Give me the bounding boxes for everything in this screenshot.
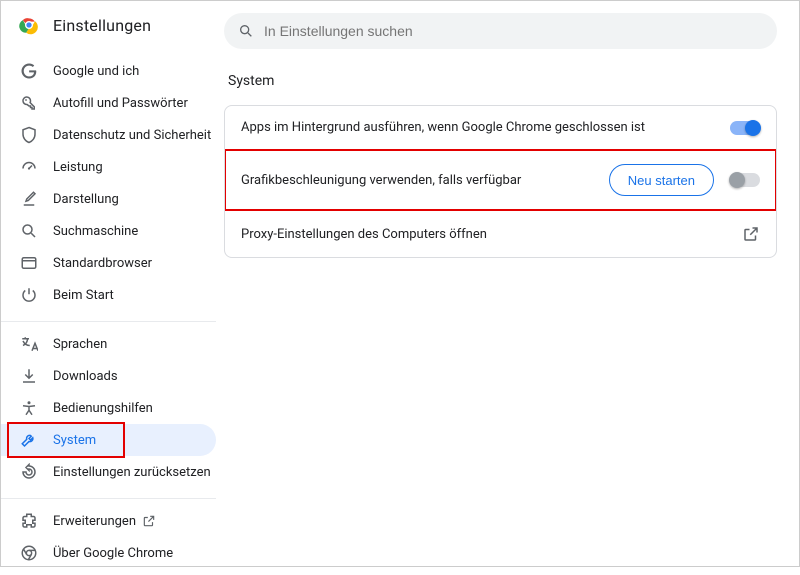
sidebar-item-label: Über Google Chrome bbox=[53, 546, 173, 561]
toggle-background-apps[interactable] bbox=[730, 121, 760, 135]
open-external-icon bbox=[142, 514, 156, 528]
sidebar-item-label: Einstellungen zurücksetzen bbox=[53, 465, 211, 480]
sidebar-item-label: Beim Start bbox=[53, 288, 114, 303]
sidebar-item-extensions[interactable]: Erweiterungen bbox=[1, 505, 216, 537]
search-icon bbox=[238, 23, 254, 39]
sidebar-item-label: Erweiterungen bbox=[53, 514, 136, 529]
chrome-logo-icon bbox=[19, 15, 39, 35]
sidebar-item-label: Google und ich bbox=[53, 64, 139, 79]
sidebar-item-system[interactable]: System bbox=[1, 424, 216, 456]
sidebar-item-downloads[interactable]: Downloads bbox=[1, 360, 216, 392]
wrench-icon bbox=[19, 430, 39, 450]
power-icon bbox=[19, 285, 39, 305]
shield-icon bbox=[19, 125, 39, 145]
section-title: System bbox=[228, 73, 777, 89]
sidebar-item-about[interactable]: Über Google Chrome bbox=[1, 537, 216, 569]
header: Einstellungen bbox=[1, 15, 216, 49]
sidebar: Einstellungen Google und ich Autofill un… bbox=[1, 1, 216, 566]
sidebar-item-label: System bbox=[53, 433, 96, 448]
sidebar-item-appearance[interactable]: Darstellung bbox=[1, 183, 216, 215]
search-icon bbox=[19, 221, 39, 241]
sidebar-item-on-startup[interactable]: Beim Start bbox=[1, 279, 216, 311]
extension-icon bbox=[19, 511, 39, 531]
browser-icon bbox=[19, 253, 39, 273]
row-proxy[interactable]: Proxy-Einstellungen des Computers öffnen bbox=[225, 211, 776, 257]
app-title: Einstellungen bbox=[53, 16, 151, 35]
sidebar-item-label: Standardbrowser bbox=[53, 256, 152, 271]
sidebar-item-label: Downloads bbox=[53, 369, 118, 384]
row-background-apps: Apps im Hintergrund ausführen, wenn Goog… bbox=[225, 106, 776, 150]
search-input[interactable] bbox=[264, 23, 763, 39]
row-label: Grafikbeschleunigung verwenden, falls ve… bbox=[241, 173, 609, 188]
sidebar-item-autofill[interactable]: Autofill und Passwörter bbox=[1, 87, 216, 119]
sidebar-item-label: Autofill und Passwörter bbox=[53, 96, 188, 111]
reset-icon bbox=[19, 462, 39, 482]
open-external-icon bbox=[742, 225, 760, 243]
sidebar-item-privacy[interactable]: Datenschutz und Sicherheit bbox=[1, 119, 216, 151]
settings-card: Apps im Hintergrund ausführen, wenn Goog… bbox=[224, 105, 777, 258]
translate-icon bbox=[19, 334, 39, 354]
sidebar-item-reset[interactable]: Einstellungen zurücksetzen bbox=[1, 456, 216, 488]
row-label: Apps im Hintergrund ausführen, wenn Goog… bbox=[241, 120, 730, 135]
search-box[interactable] bbox=[224, 13, 777, 49]
sidebar-item-default-browser[interactable]: Standardbrowser bbox=[1, 247, 216, 279]
restart-button[interactable]: Neu starten bbox=[609, 164, 714, 196]
google-g-icon bbox=[19, 61, 39, 81]
row-gpu-accel: Grafikbeschleunigung verwenden, falls ve… bbox=[225, 150, 776, 211]
row-label: Proxy-Einstellungen des Computers öffnen bbox=[241, 227, 742, 242]
key-icon bbox=[19, 93, 39, 113]
sidebar-item-label: Suchmaschine bbox=[53, 224, 138, 239]
speedometer-icon bbox=[19, 157, 39, 177]
sidebar-item-label: Darstellung bbox=[53, 192, 119, 207]
sidebar-item-google-and-me[interactable]: Google und ich bbox=[1, 55, 216, 87]
sidebar-item-languages[interactable]: Sprachen bbox=[1, 328, 216, 360]
accessibility-icon bbox=[19, 398, 39, 418]
sidebar-item-label: Leistung bbox=[53, 160, 103, 175]
chrome-outline-icon bbox=[19, 543, 39, 563]
toggle-gpu-accel[interactable] bbox=[730, 173, 760, 187]
sidebar-item-label: Bedienungshilfen bbox=[53, 401, 153, 416]
sidebar-item-accessibility[interactable]: Bedienungshilfen bbox=[1, 392, 216, 424]
sidebar-item-performance[interactable]: Leistung bbox=[1, 151, 216, 183]
sidebar-item-label: Sprachen bbox=[53, 337, 107, 352]
paint-icon bbox=[19, 189, 39, 209]
download-icon bbox=[19, 366, 39, 386]
main-content: System Apps im Hintergrund ausführen, we… bbox=[216, 1, 799, 566]
sidebar-item-search-engine[interactable]: Suchmaschine bbox=[1, 215, 216, 247]
sidebar-item-label: Datenschutz und Sicherheit bbox=[53, 128, 211, 143]
